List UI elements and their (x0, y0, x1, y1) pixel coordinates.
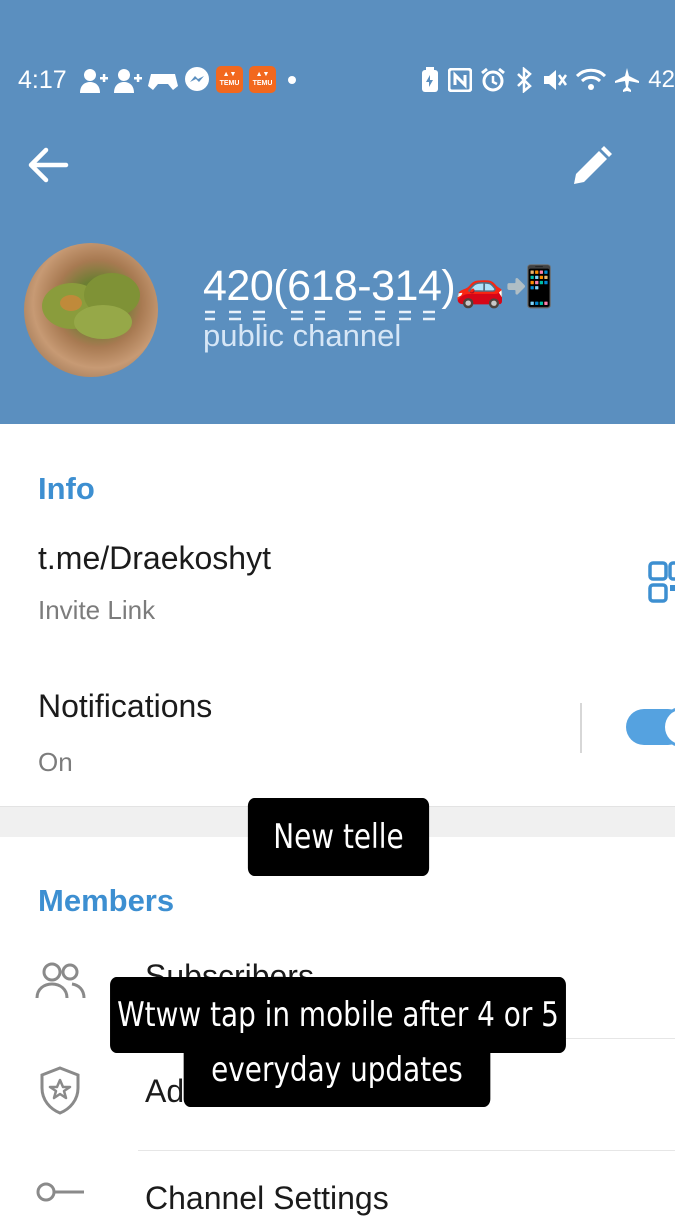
caption-bottom-line1: Wtww tap in mobile after 4 or 5 (110, 977, 566, 1053)
channel-avatar[interactable] (24, 243, 158, 377)
notifications-toggle[interactable] (626, 707, 675, 747)
vertical-divider (580, 703, 582, 753)
notifications-status: On (38, 747, 73, 777)
battery-saver-icon (422, 67, 439, 92)
wifi-icon (576, 68, 607, 90)
channel-settings-label: Channel Settings (145, 1180, 389, 1216)
row-divider (138, 1150, 675, 1151)
messenger-icon (185, 66, 209, 91)
temu-icon: ▲▼ TEMU (216, 66, 243, 93)
alarm-icon (481, 67, 506, 92)
caption-top: New telle (247, 798, 430, 876)
bluetooth-icon (517, 67, 533, 93)
invite-link-caption: Invite Link (38, 595, 156, 625)
members-section-header: Members (38, 883, 175, 918)
battery-percent: 42 (648, 66, 675, 93)
mute-icon (544, 70, 568, 90)
back-arrow-icon[interactable] (24, 142, 70, 188)
dot-icon (288, 75, 296, 84)
notification-icons: ▲▼ TEMU ▲▼ TEMU (80, 66, 302, 93)
system-icons: 42 (420, 66, 675, 94)
notifications-label: Notifications (38, 688, 213, 724)
shield-star-icon (40, 1066, 80, 1115)
edit-pencil-icon[interactable] (568, 144, 614, 190)
channel-title: 420(618-314)🚗📲 (203, 262, 554, 311)
channel-title-text: 420(618-314) (203, 262, 456, 310)
info-section-header: Info (38, 471, 95, 506)
person-add-icon (114, 68, 142, 93)
invite-link-value: t.me/Draekoshyt (38, 540, 271, 576)
controller-icon (148, 73, 178, 90)
channel-type-label: public channel (203, 318, 402, 353)
airplane-icon (615, 68, 640, 92)
nfc-icon (448, 68, 473, 92)
qr-code-icon[interactable] (648, 560, 675, 604)
settings-key-icon (36, 1182, 84, 1202)
person-add-icon (80, 68, 108, 93)
people-icon (35, 962, 86, 999)
temu-icon: ▲▼ TEMU (249, 66, 276, 93)
status-time: 4:17 (18, 66, 67, 94)
status-bar: 4:17 ▲▼ TEMU ▲▼ TEMU 42 (0, 56, 675, 104)
channel-title-emoji: 🚗📲 (455, 265, 554, 309)
caption-bottom-line2: everyday updates (183, 1045, 491, 1107)
